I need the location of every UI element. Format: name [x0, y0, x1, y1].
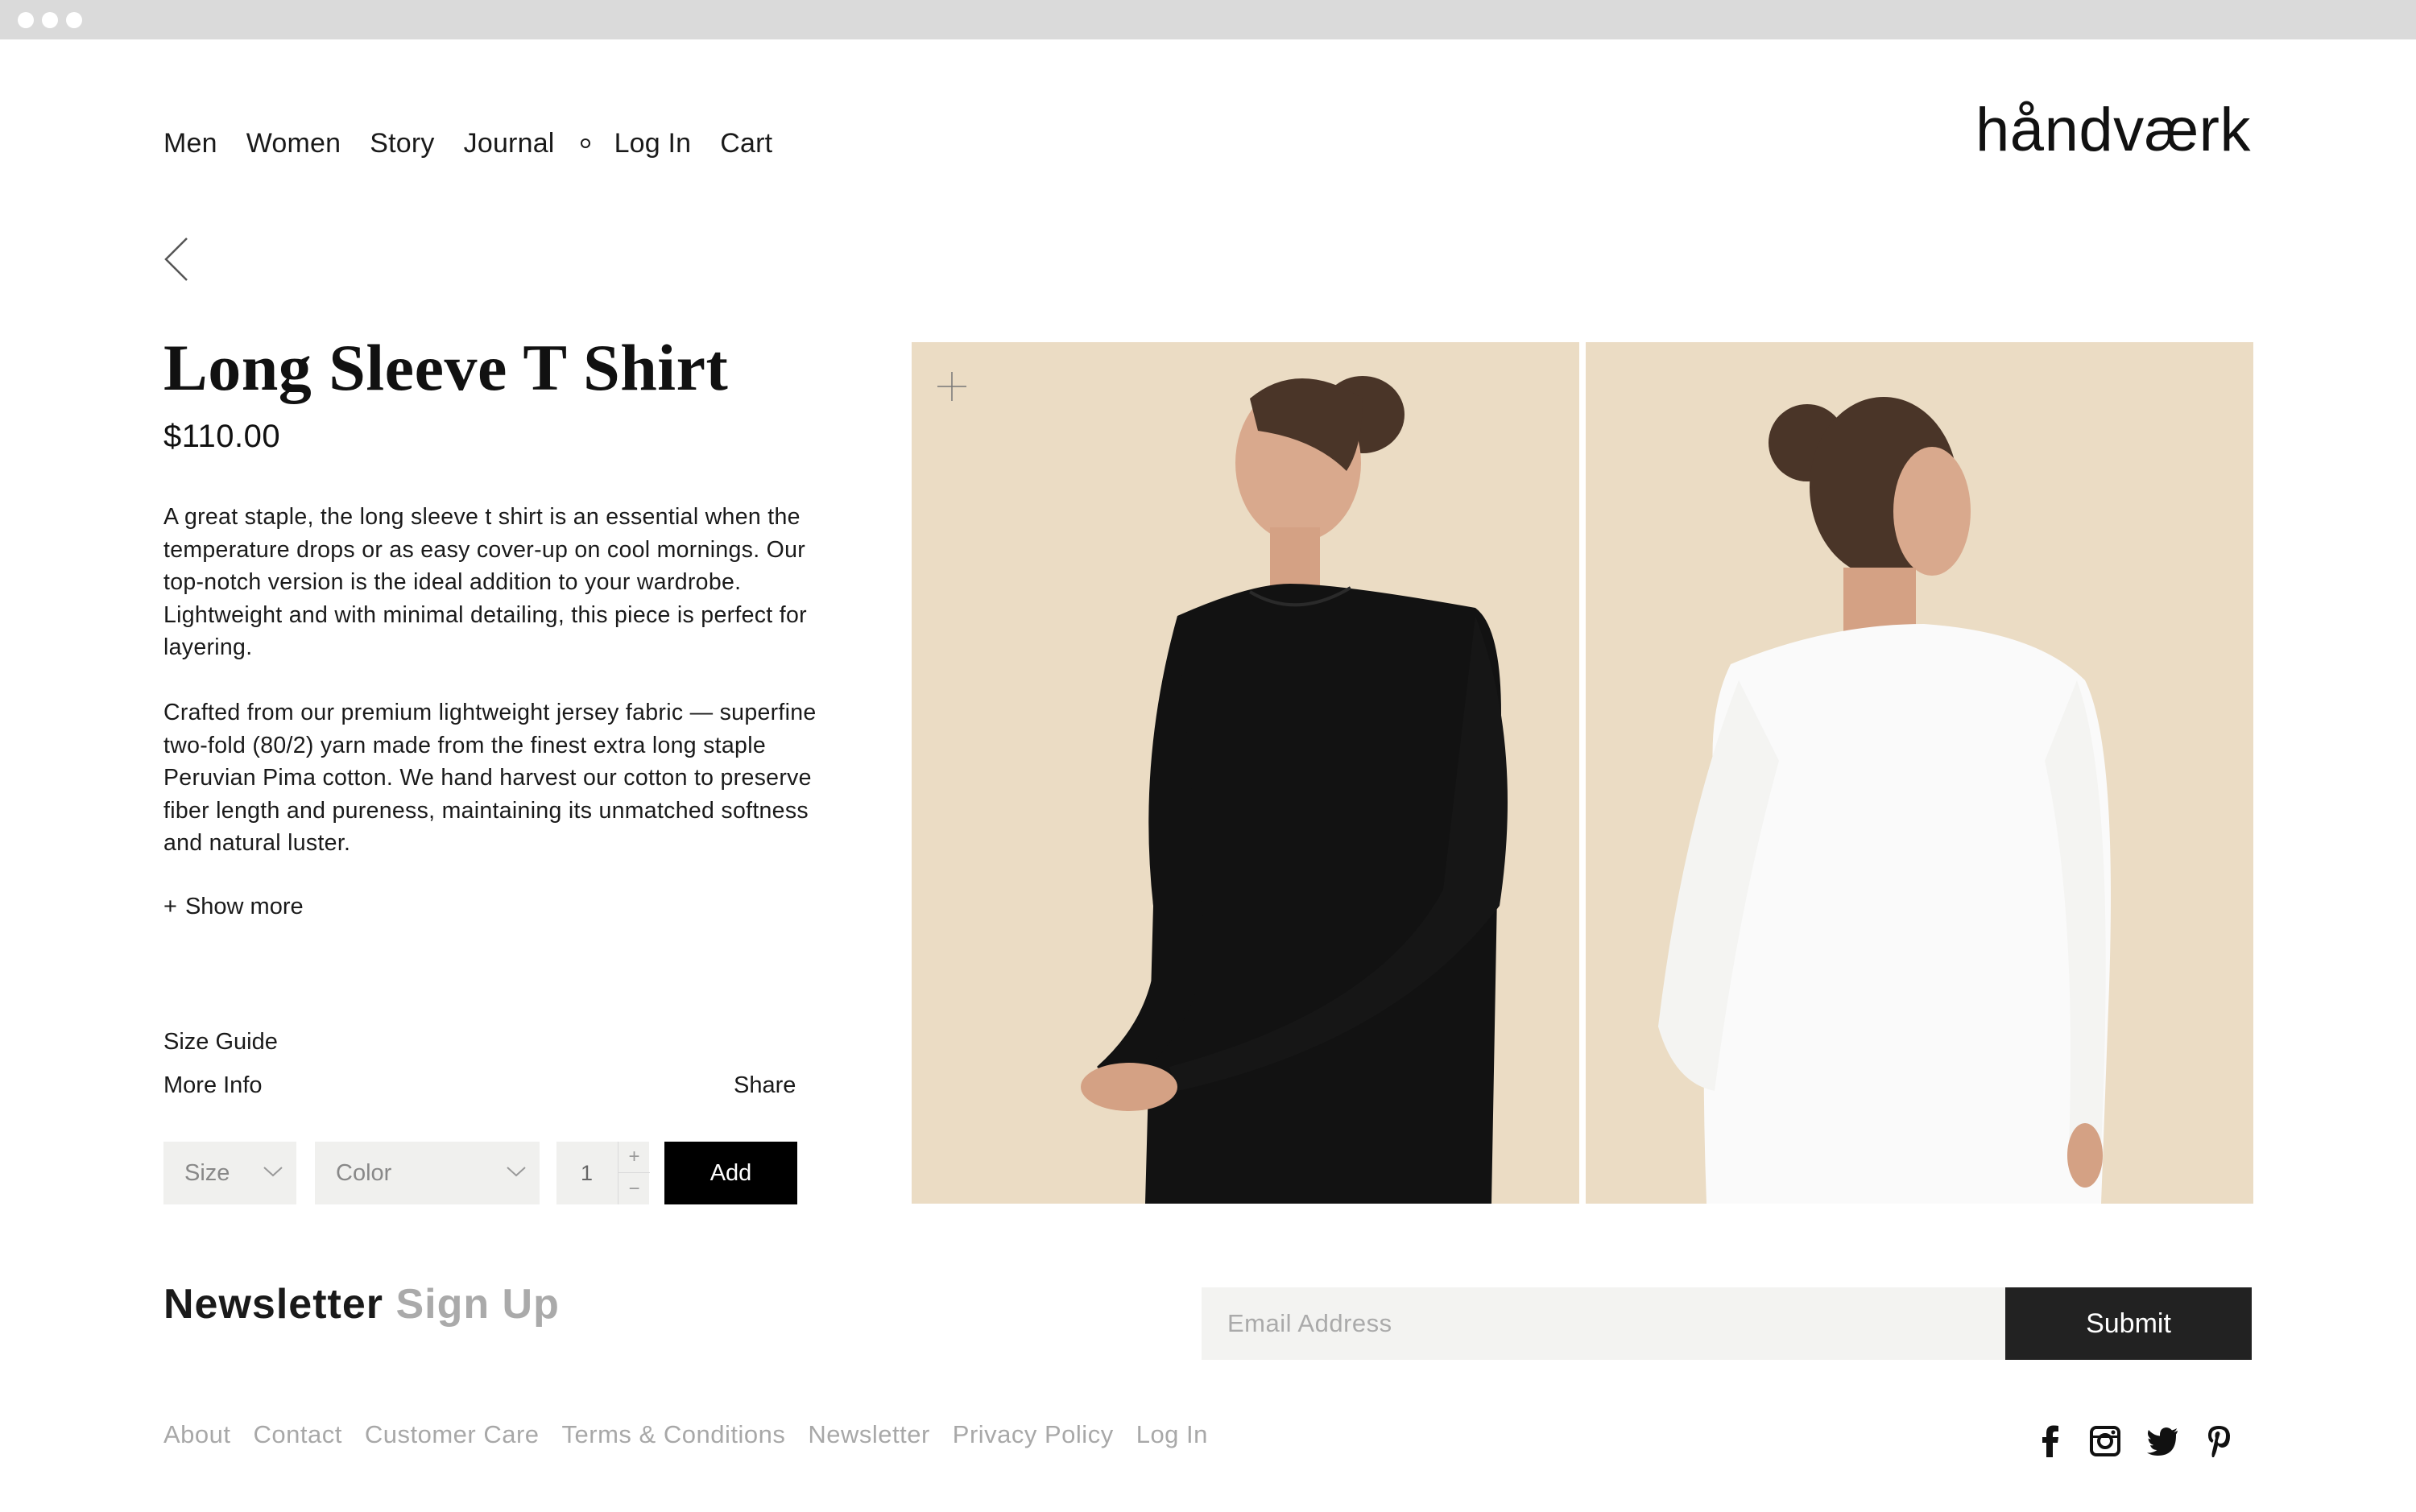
nav-story[interactable]: Story [370, 128, 434, 159]
footer-link-about[interactable]: About [163, 1420, 231, 1449]
brand-logo[interactable]: håndværk [1975, 95, 2251, 165]
product-image-back[interactable] [1586, 342, 2253, 1204]
color-select[interactable]: Color [315, 1142, 540, 1204]
window-maximize-dot[interactable] [66, 12, 82, 28]
show-more-label: Show more [184, 894, 304, 919]
zoom-plus-icon[interactable] [936, 370, 968, 403]
show-more-button[interactable]: + Show more [163, 894, 304, 920]
footer-links: About Contact Customer Care Terms & Cond… [163, 1420, 1231, 1449]
facebook-icon[interactable] [2034, 1423, 2066, 1459]
increment-icon[interactable]: + [618, 1142, 650, 1173]
window-minimize-dot[interactable] [42, 12, 58, 28]
nav-cart[interactable]: Cart [720, 128, 772, 159]
plus-icon: + [163, 894, 177, 919]
chevron-down-icon [263, 1167, 283, 1177]
window-close-dot[interactable] [18, 12, 34, 28]
instagram-icon[interactable] [2089, 1423, 2121, 1459]
browser-chrome [0, 0, 2416, 39]
newsletter-title-secondary: Sign Up [395, 1281, 560, 1328]
footer-link-newsletter[interactable]: Newsletter [808, 1420, 929, 1449]
footer-link-customer-care[interactable]: Customer Care [365, 1420, 540, 1449]
newsletter-title: Newsletter Sign Up [163, 1280, 560, 1328]
decrement-icon[interactable]: − [618, 1173, 650, 1204]
size-guide-link[interactable]: Size Guide [163, 1029, 278, 1056]
twitter-icon[interactable] [2147, 1423, 2179, 1459]
footer-link-privacy[interactable]: Privacy Policy [953, 1420, 1114, 1449]
product-image-front[interactable] [912, 342, 1579, 1204]
nav-men[interactable]: Men [163, 128, 217, 159]
chevron-down-icon [507, 1167, 526, 1177]
pinterest-icon[interactable] [2203, 1423, 2236, 1459]
footer-link-login[interactable]: Log In [1136, 1420, 1208, 1449]
add-to-cart-button[interactable]: Add [664, 1142, 797, 1204]
nav-separator-icon [580, 138, 590, 148]
size-select-label: Size [184, 1159, 230, 1186]
nav-journal[interactable]: Journal [464, 128, 555, 159]
footer-link-terms[interactable]: Terms & Conditions [562, 1420, 786, 1449]
quantity-stepper[interactable]: 1 + − [556, 1142, 650, 1204]
more-info-link[interactable]: More Info [163, 1072, 263, 1099]
newsletter-title-primary: Newsletter [163, 1281, 383, 1328]
nav-login[interactable]: Log In [614, 128, 692, 159]
nav-women[interactable]: Women [246, 128, 341, 159]
quantity-stepper-controls: + − [618, 1142, 650, 1204]
color-select-label: Color [336, 1159, 392, 1186]
product-price: $110.00 [163, 419, 281, 454]
quantity-value[interactable]: 1 [581, 1161, 593, 1186]
main-nav: Men Women Story Journal Log In Cart [163, 124, 801, 163]
submit-button[interactable]: Submit [2005, 1287, 2252, 1360]
page: Men Women Story Journal Log In Cart hånd… [0, 0, 2416, 1512]
product-title: Long Sleeve T Shirt [163, 331, 729, 404]
back-arrow-icon[interactable] [161, 235, 193, 283]
email-field[interactable] [1202, 1287, 2005, 1360]
product-description-2: Crafted from our premium lightweight jer… [163, 700, 817, 857]
footer-link-contact[interactable]: Contact [254, 1420, 342, 1449]
product-description-1: A great staple, the long sleeve t shirt … [163, 504, 807, 661]
share-link[interactable]: Share [734, 1072, 796, 1099]
size-select[interactable]: Size [163, 1142, 296, 1204]
